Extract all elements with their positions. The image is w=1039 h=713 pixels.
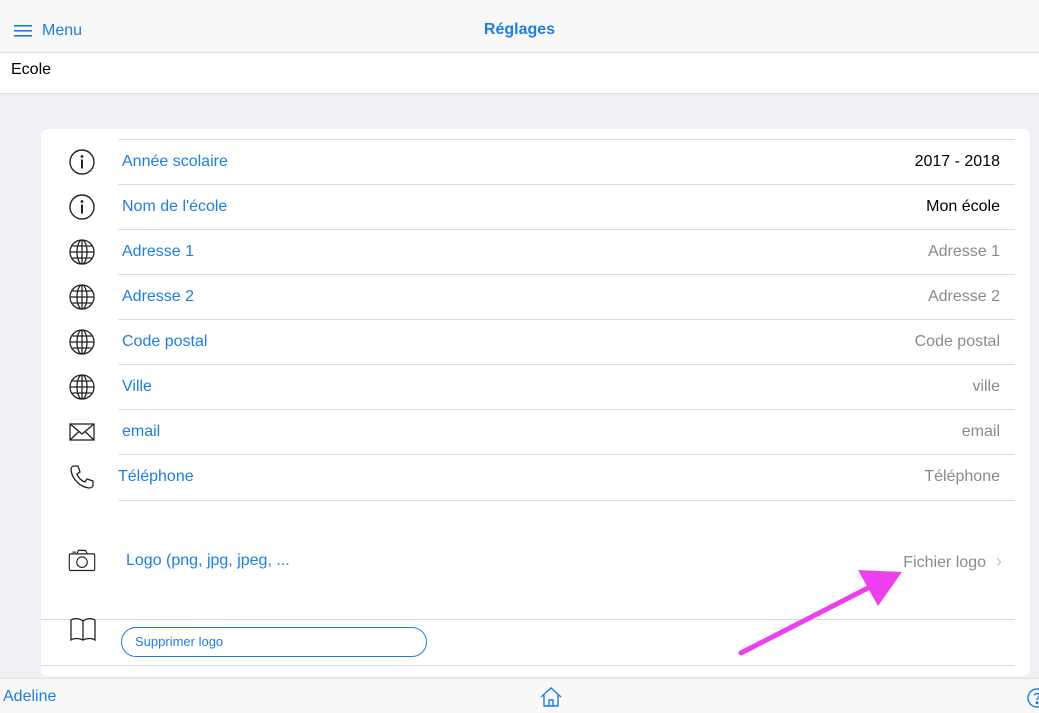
info-icon — [68, 148, 96, 176]
setting-value[interactable]: email — [962, 423, 1000, 441]
globe-icon — [68, 328, 96, 356]
divider — [41, 665, 1015, 666]
setting-row-school-year[interactable]: Année scolaire 2017 - 2018 — [41, 139, 1030, 184]
logo-file-label: Fichier logo — [903, 553, 986, 571]
setting-label: Téléphone — [118, 467, 194, 485]
setting-value[interactable]: Mon école — [926, 198, 1000, 216]
section-title: Ecole — [11, 61, 52, 78]
setting-row-address-1[interactable]: Adresse 1 Adresse 1 — [41, 229, 1030, 274]
settings-card: Année scolaire 2017 - 2018 Nom de l'écol… — [41, 129, 1030, 676]
mail-icon — [68, 418, 96, 446]
setting-label: Adresse 1 — [122, 242, 195, 260]
logo-file-value[interactable]: Fichier logo › — [903, 551, 1002, 572]
setting-value[interactable]: Téléphone — [924, 468, 1000, 486]
divider — [118, 500, 1015, 501]
setting-label: Code postal — [122, 332, 208, 350]
setting-row-phone[interactable]: Téléphone Téléphone — [41, 454, 1030, 499]
setting-value[interactable]: 2017 - 2018 — [915, 153, 1000, 171]
user-name-link[interactable]: Adeline — [3, 688, 56, 706]
bottom-toolbar: Adeline — [0, 678, 1039, 713]
setting-label: email — [122, 422, 161, 440]
page-title: Réglages — [483, 21, 556, 38]
book-icon — [69, 615, 97, 643]
divider — [41, 619, 1015, 620]
phone-icon — [68, 463, 96, 491]
setting-value[interactable]: Adresse 1 — [928, 243, 1000, 261]
setting-row-city[interactable]: Ville ville — [41, 364, 1030, 409]
setting-label: Année scolaire — [122, 152, 228, 170]
setting-value[interactable]: ville — [972, 378, 1000, 396]
globe-icon — [68, 238, 96, 266]
logo-label: Logo (png, jpg, jpeg, ... — [126, 552, 290, 569]
setting-row-school-name[interactable]: Nom de l'école Mon école — [41, 184, 1030, 229]
delete-logo-button[interactable]: Supprimer logo — [121, 627, 427, 657]
top-navigation-bar: Menu Réglages — [0, 0, 1039, 53]
chevron-right-icon: › — [996, 550, 1002, 571]
setting-label: Adresse 2 — [122, 287, 195, 305]
section-header: Ecole — [0, 53, 1039, 94]
globe-icon — [68, 373, 96, 401]
setting-row-address-2[interactable]: Adresse 2 Adresse 2 — [41, 274, 1030, 319]
setting-row-email[interactable]: email email — [41, 409, 1030, 454]
home-icon[interactable] — [539, 686, 563, 713]
globe-icon — [68, 283, 96, 311]
setting-row-logo[interactable]: Logo (png, jpg, jpeg, ... Fichier logo › — [41, 531, 1030, 591]
setting-label: Nom de l'école — [122, 197, 228, 215]
setting-row-postal-code[interactable]: Code postal Code postal — [41, 319, 1030, 364]
setting-value[interactable]: Code postal — [915, 333, 1000, 351]
setting-label: Ville — [122, 377, 152, 395]
setting-value[interactable]: Adresse 2 — [928, 288, 1000, 306]
info-icon — [68, 193, 96, 221]
camera-icon — [68, 546, 96, 574]
help-icon[interactable] — [1027, 688, 1039, 713]
